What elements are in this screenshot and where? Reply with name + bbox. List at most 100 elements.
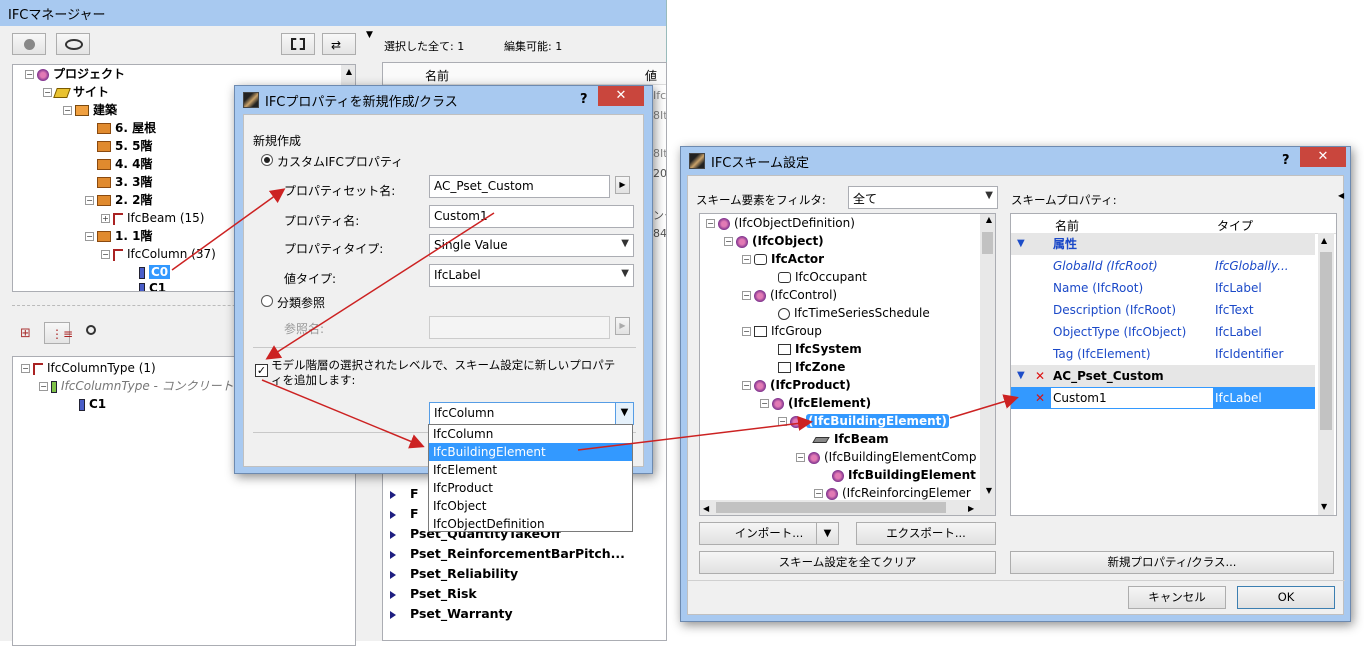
collapse-icon[interactable]: − (39, 382, 48, 391)
close-button[interactable]: ✕ (1300, 147, 1346, 167)
collapse-icon[interactable]: − (742, 291, 751, 300)
scheme-node[interactable]: − IfcActor (742, 250, 824, 268)
sync-button[interactable]: ⇄ (322, 33, 356, 55)
pset-browse-button[interactable]: ▶ (615, 176, 630, 194)
close-button[interactable]: ✕ (598, 86, 644, 106)
dropdown-option[interactable]: IfcElement (429, 461, 632, 479)
prop-type-select[interactable]: Single Value ▼ (429, 234, 634, 257)
select-elements-button[interactable] (281, 33, 315, 55)
collapse-icon[interactable]: − (742, 327, 751, 336)
column-name-header[interactable]: 名前 (425, 67, 449, 84)
expand-triangle-icon[interactable] (390, 590, 396, 599)
dropdown-option[interactable]: IfcObjectDefinition (429, 515, 632, 533)
tree-vscroll-thumb[interactable] (982, 232, 993, 254)
view-button[interactable] (56, 33, 90, 55)
import-button[interactable]: インポート... ▼ (699, 522, 839, 545)
collapse-icon[interactable]: − (101, 250, 110, 259)
radio-custom-label[interactable]: カスタムIFCプロパティ (277, 153, 403, 170)
scheme-node[interactable]: − (IfcControl) (742, 286, 837, 304)
collapse-icon[interactable]: − (85, 196, 94, 205)
cancel-button[interactable]: キャンセル (1128, 586, 1226, 609)
scheme-node-selected[interactable]: − (IfcBuildingElement) (778, 412, 949, 430)
collapse-icon[interactable]: − (85, 232, 94, 241)
tree-item-column-type-concrete[interactable]: − IfcColumnType - コンクリート 8 (39, 377, 245, 395)
collapse-icon[interactable]: − (63, 106, 72, 115)
props-scroll-thumb[interactable] (1320, 252, 1332, 430)
tree-item-storey[interactable]: 3. 3階 (97, 173, 152, 191)
pset-row[interactable]: F (390, 506, 419, 521)
record-button[interactable] (12, 33, 46, 55)
dropdown-option-selected[interactable]: IfcBuildingElement (429, 443, 632, 461)
tree-item-building[interactable]: − 建築 (63, 101, 117, 119)
collapse-icon[interactable]: − (778, 417, 787, 426)
property-row[interactable]: Name (IfcRoot) IfcLabel (1011, 277, 1315, 299)
property-row[interactable]: GlobalId (IfcRoot) IfcGlobally... (1011, 255, 1315, 277)
collapse-icon[interactable]: − (706, 219, 715, 228)
collapse-icon[interactable]: − (796, 453, 805, 462)
dropdown-option[interactable]: IfcColumn (429, 425, 632, 443)
scheme-node[interactable]: IfcTimeSeriesSchedule (778, 304, 930, 322)
radio-classref-label[interactable]: 分類参照 (277, 294, 325, 311)
scheme-node[interactable]: − (IfcObjectDefinition) (706, 214, 855, 232)
tree-item-storey[interactable]: 6. 屋根 (97, 119, 156, 137)
property-row[interactable]: ObjectType (IfcObject) IfcLabel (1011, 321, 1315, 343)
scheme-node[interactable]: − (IfcElement) (760, 394, 871, 412)
scroll-up-icon[interactable]: ▲ (346, 67, 352, 76)
help-icon[interactable]: ? (580, 92, 588, 107)
collapse-icon[interactable]: − (814, 489, 823, 498)
tree-vscrollbar[interactable] (980, 214, 995, 500)
filter-select[interactable]: 全て ▼ (848, 186, 998, 209)
tree-item-storey[interactable]: 5. 5階 (97, 137, 152, 155)
custom-name-cell[interactable]: Custom1 (1051, 388, 1213, 408)
collapse-icon[interactable]: − (724, 237, 733, 246)
scheme-node[interactable]: − (IfcBuildingElementComp (796, 448, 976, 466)
scroll-up-icon[interactable]: ▲ (1321, 236, 1327, 245)
radio-classref[interactable] (261, 295, 273, 307)
expand-triangle-icon[interactable] (390, 570, 396, 579)
collapse-triangle-icon[interactable]: ▼ (1017, 233, 1025, 255)
tree-item-storey[interactable]: 4. 4階 (97, 155, 152, 173)
scheme-node[interactable]: IfcBeam (812, 430, 889, 448)
dropdown-option[interactable]: IfcObject (429, 497, 632, 515)
find-button[interactable] (78, 322, 112, 344)
pset-row[interactable]: Pset_Risk (390, 586, 477, 601)
new-property-class-button[interactable]: 新規プロパティ/クラス... (1010, 551, 1334, 574)
tree-item-column-c1[interactable]: C1 (79, 395, 106, 413)
checkbox-label[interactable]: モデル階層の選択されたレベルで、スキーム設定に新しいプロパテ (271, 357, 615, 373)
tree-hscroll-thumb[interactable] (716, 502, 946, 513)
tree-item-beam-group[interactable]: + IfcBeam (15) (101, 209, 204, 227)
delete-icon[interactable]: ✕ (1035, 365, 1045, 387)
column-value-header[interactable]: 値 (645, 67, 657, 84)
scheme-node[interactable]: IfcOccupant (778, 268, 867, 286)
help-icon[interactable]: ? (1282, 153, 1290, 168)
scroll-right-icon[interactable]: ▶ (968, 504, 974, 513)
property-group-custom[interactable]: ▼ ✕ AC_Pset_Custom (1011, 365, 1315, 387)
prop-name-input[interactable]: Custom1 (429, 205, 634, 228)
value-type-select[interactable]: IfcLabel ▼ (429, 264, 634, 287)
tree-item-storey[interactable]: −1. 1階 (85, 227, 152, 245)
scroll-down-icon[interactable]: ▼ (986, 486, 992, 495)
scheme-node[interactable]: − (IfcObject) (724, 232, 824, 250)
pset-row[interactable]: F (390, 486, 419, 501)
scroll-up-icon[interactable]: ▲ (986, 215, 992, 224)
hierarchy-button[interactable]: ⋮≡ (44, 322, 73, 344)
radio-custom[interactable] (261, 154, 273, 166)
tree-item-column-c1[interactable]: C1 (139, 279, 166, 291)
export-button[interactable]: エクスポート... (856, 522, 996, 545)
expand-triangle-icon[interactable] (390, 610, 396, 619)
chevron-down-icon[interactable]: ▼ (816, 523, 838, 544)
expand-triangle-icon[interactable] (390, 490, 396, 499)
property-row[interactable]: Description (IfcRoot) IfcText (1011, 299, 1315, 321)
property-row[interactable]: Tag (IfcElement) IfcIdentifier (1011, 343, 1315, 365)
scroll-left-icon[interactable]: ◀ (703, 504, 709, 513)
collapse-icon[interactable]: − (25, 70, 34, 79)
expand-triangle-icon[interactable] (390, 510, 396, 519)
ok-button[interactable]: OK (1237, 586, 1335, 609)
property-row-selected[interactable]: ✕ Custom1 IfcLabel (1011, 387, 1315, 409)
add-to-scheme-checkbox[interactable]: ✓ (255, 364, 268, 377)
dropdown-option[interactable]: IfcProduct (429, 479, 632, 497)
pset-name-input[interactable]: AC_Pset_Custom (429, 175, 610, 198)
checkbox-label[interactable]: ィを追加します: (271, 372, 355, 388)
arrow-left-icon[interactable]: ◀ (1338, 191, 1344, 200)
property-group-attributes[interactable]: ▼ 属性 (1011, 233, 1315, 255)
